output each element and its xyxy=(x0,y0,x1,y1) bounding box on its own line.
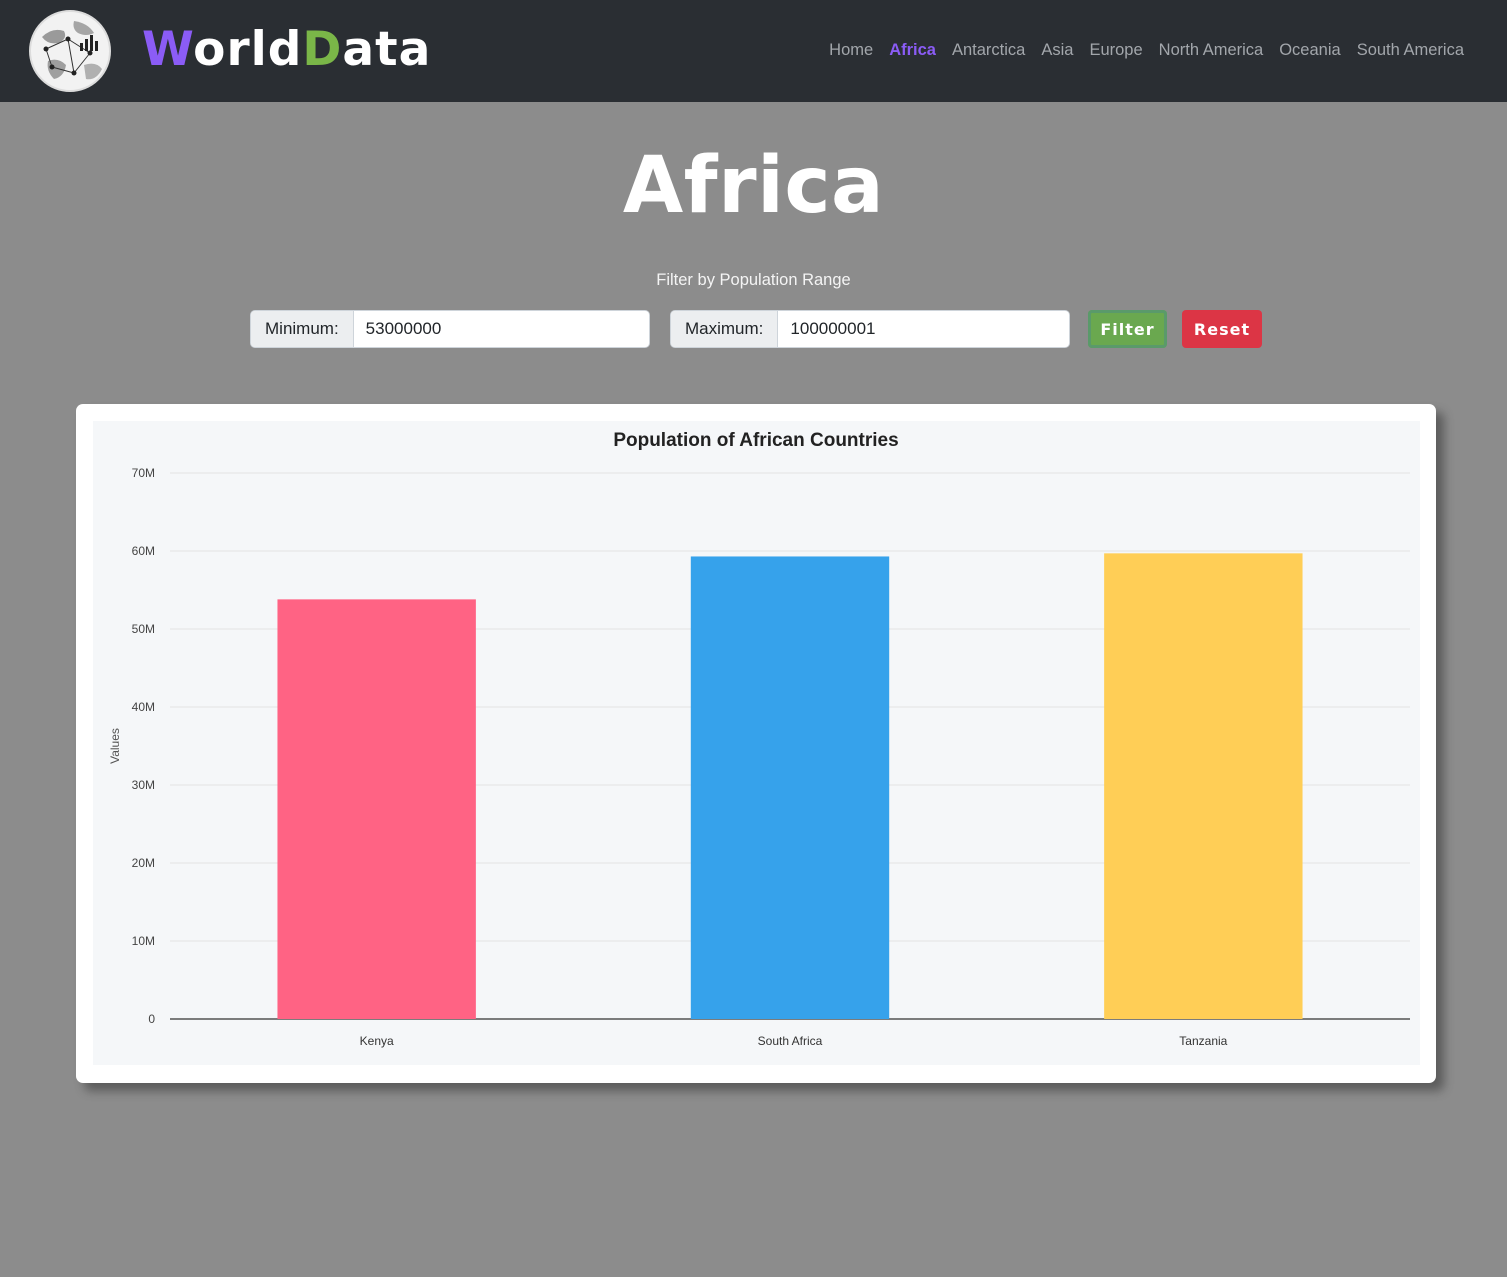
bar-south-africa[interactable] xyxy=(690,556,890,1019)
y-tick-label: 30M xyxy=(132,778,155,792)
reset-button[interactable]: Reset xyxy=(1182,310,1262,348)
filter-button[interactable]: Filter xyxy=(1088,310,1167,348)
nav-link-oceania[interactable]: Oceania xyxy=(1279,41,1340,60)
brand-initial-w: W xyxy=(142,22,194,77)
y-tick-label: 10M xyxy=(132,934,155,948)
min-population-input[interactable] xyxy=(353,311,649,347)
brand-logo[interactable]: WorldData xyxy=(142,22,431,78)
max-population-group: Maximum: xyxy=(670,310,1070,348)
chart-container: Population of African Countries Values 0… xyxy=(93,421,1420,1065)
chart-card: Population of African Countries Values 0… xyxy=(76,404,1436,1083)
bar-tanzania[interactable] xyxy=(1104,553,1303,1019)
bar-kenya[interactable] xyxy=(277,599,476,1019)
nav-link-antarctica[interactable]: Antarctica xyxy=(952,41,1025,60)
x-tick-label: Kenya xyxy=(360,1034,394,1048)
page-title: Africa xyxy=(622,141,885,231)
y-tick-label: 70M xyxy=(132,466,155,480)
population-bar-chart: Population of African Countries Values 0… xyxy=(108,430,1410,1048)
max-population-input[interactable] xyxy=(778,311,1069,347)
globe-logo-icon[interactable] xyxy=(28,9,112,93)
nav-link-home[interactable]: Home xyxy=(829,41,873,60)
nav-link-north-america[interactable]: North America xyxy=(1159,41,1264,60)
navbar: WorldData Home Africa Antarctica Asia Eu… xyxy=(0,0,1507,102)
min-population-group: Minimum: xyxy=(250,310,650,348)
filter-caption: Filter by Population Range xyxy=(656,271,851,289)
nav-link-africa[interactable]: Africa xyxy=(889,41,936,60)
y-tick-label: 60M xyxy=(132,544,155,558)
x-tick-label: South Africa xyxy=(758,1034,823,1048)
brand-word-orld: orld xyxy=(193,22,303,77)
min-population-label: Minimum: xyxy=(251,311,354,347)
y-tick-label: 50M xyxy=(132,622,155,636)
brand-word-ata: ata xyxy=(342,22,432,77)
y-tick-label: 40M xyxy=(132,700,155,714)
max-population-label: Maximum: xyxy=(671,311,779,347)
nav-link-asia[interactable]: Asia xyxy=(1041,41,1073,60)
y-tick-label: 0 xyxy=(148,1012,155,1026)
x-tick-label: Tanzania xyxy=(1179,1034,1227,1048)
y-tick-label: 20M xyxy=(132,856,155,870)
brand-initial-d: D xyxy=(302,22,343,77)
chart-title: Population of African Countries xyxy=(613,430,898,451)
nav-link-south-america[interactable]: South America xyxy=(1357,41,1464,60)
chart-y-axis-label: Values xyxy=(108,728,122,764)
nav-link-europe[interactable]: Europe xyxy=(1089,41,1142,60)
nav-links: Home Africa Antarctica Asia Europe North… xyxy=(829,38,1464,62)
